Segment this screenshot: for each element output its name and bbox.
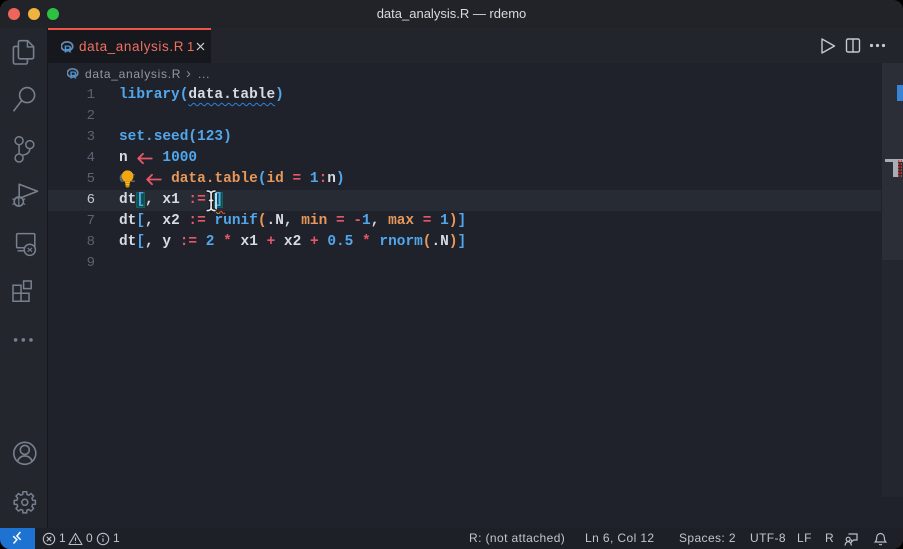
svg-text:R: R (64, 44, 72, 55)
svg-text:R: R (70, 71, 78, 80)
